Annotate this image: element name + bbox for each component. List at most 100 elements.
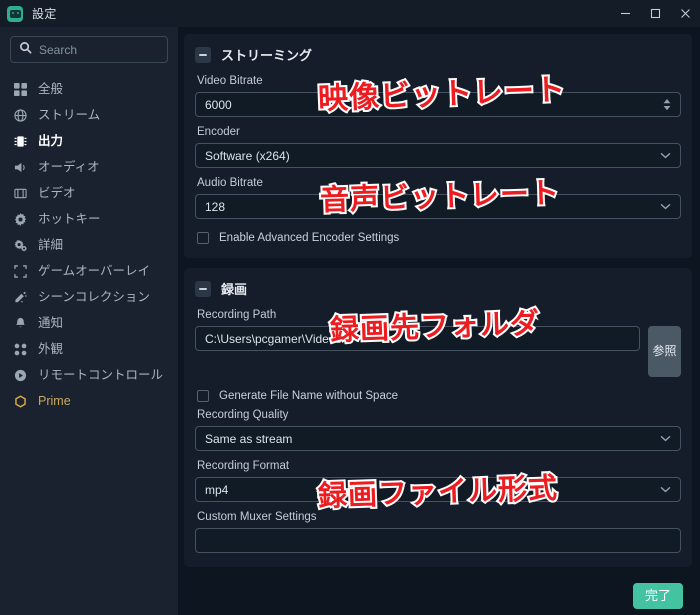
search-placeholder: Search [39, 43, 77, 57]
bell-icon [12, 317, 29, 330]
sidebar-item-advanced[interactable]: 詳細 [0, 232, 178, 258]
done-button[interactable]: 完了 [633, 583, 683, 609]
sidebar-item-general[interactable]: 全般 [0, 76, 178, 102]
search-icon [19, 41, 32, 59]
sidebar-item-label: ゲームオーバーレイ [38, 265, 150, 278]
custom-muxer-input[interactable] [195, 528, 681, 553]
window-title: 設定 [32, 5, 57, 22]
overlay-icon [12, 265, 29, 278]
audio-bitrate-value: 128 [205, 200, 660, 214]
globe-icon [12, 109, 29, 122]
sidebar-nav: 全般 ストリーム [0, 69, 178, 414]
sidebar-item-game-overlay[interactable]: ゲームオーバーレイ [0, 258, 178, 284]
streaming-section: ストリーミング Video Bitrate 6000 Enc [184, 34, 692, 258]
gears-icon [12, 239, 29, 252]
gear-icon [12, 213, 29, 226]
spinner-arrows-icon[interactable] [663, 99, 671, 111]
chevron-down-icon [660, 435, 671, 442]
settings-scroll-area[interactable]: ストリーミング Video Bitrate 6000 Enc [184, 34, 692, 577]
sidebar-item-appearance[interactable]: 外観 [0, 336, 178, 362]
film-icon [12, 187, 29, 200]
chip-icon [12, 135, 29, 148]
chatbot-icon [7, 6, 23, 22]
advanced-encoder-checkbox[interactable] [197, 232, 209, 244]
custom-muxer-label: Custom Muxer Settings [197, 511, 681, 523]
audio-bitrate-label: Audio Bitrate [197, 177, 681, 189]
remote-play-icon [12, 369, 29, 382]
sidebar-item-label: 詳細 [38, 239, 63, 252]
encoder-select[interactable]: Software (x264) [195, 143, 681, 168]
no-space-filename-row[interactable]: Generate File Name without Space [197, 390, 681, 402]
recording-format-value: mp4 [205, 483, 660, 497]
footer-bar: 完了 [184, 577, 692, 615]
browse-button[interactable]: 参照 [648, 326, 681, 377]
recording-quality-label: Recording Quality [197, 409, 681, 421]
sidebar-item-label: リモートコントロール [38, 369, 163, 382]
recording-path-input[interactable]: C:\Users\pcgamer\Videos [195, 326, 640, 351]
no-space-filename-checkbox[interactable] [197, 390, 209, 402]
sidebar-item-notifications[interactable]: 通知 [0, 310, 178, 336]
streaming-section-title: ストリーミング [221, 45, 312, 64]
sidebar-item-stream[interactable]: ストリーム [0, 102, 178, 128]
sidebar-item-label: 通知 [38, 317, 63, 330]
sidebar-item-scene-collection[interactable]: シーンコレクション [0, 284, 178, 310]
advanced-encoder-settings-row[interactable]: Enable Advanced Encoder Settings [197, 232, 681, 244]
video-bitrate-value: 6000 [205, 98, 663, 112]
recording-format-select[interactable]: mp4 [195, 477, 681, 502]
recording-quality-select[interactable]: Same as stream [195, 426, 681, 451]
prime-icon [12, 395, 29, 408]
sidebar-item-video[interactable]: ビデオ [0, 180, 178, 206]
sidebar-item-label: 外観 [38, 343, 63, 356]
sidebar-item-audio[interactable]: オーディオ [0, 154, 178, 180]
chevron-down-icon [660, 152, 671, 159]
recording-path-value: C:\Users\pcgamer\Videos [205, 332, 630, 346]
grid-icon [12, 83, 29, 96]
sidebar-item-prime[interactable]: Prime [0, 388, 178, 414]
scene-collection-icon [12, 291, 29, 304]
encoder-label: Encoder [197, 126, 681, 138]
sidebar-item-label: シーンコレクション [38, 291, 150, 304]
minimize-icon[interactable] [610, 0, 640, 27]
chevron-down-icon [660, 203, 671, 210]
sidebar-item-label: Prime [38, 395, 71, 408]
recording-quality-value: Same as stream [205, 432, 660, 446]
window-body: Search 全般 [0, 27, 700, 615]
video-bitrate-label: Video Bitrate [197, 75, 681, 87]
sidebar-item-label: 出力 [38, 135, 63, 148]
done-button-label: 完了 [645, 588, 671, 603]
sidebar-item-label: ホットキー [38, 213, 101, 226]
recording-format-label: Recording Format [197, 460, 681, 472]
sidebar-item-label: ビデオ [38, 187, 76, 200]
sidebar: Search 全般 [0, 27, 178, 615]
window-controls [610, 0, 700, 27]
minus-icon[interactable] [195, 281, 211, 297]
chevron-down-icon [660, 486, 671, 493]
sidebar-item-label: オーディオ [38, 161, 100, 174]
settings-window: 設定 [0, 0, 700, 615]
maximize-icon[interactable] [640, 0, 670, 27]
recording-section-title: 録画 [221, 279, 247, 298]
sidebar-item-label: ストリーム [38, 109, 100, 122]
close-icon[interactable] [670, 0, 700, 27]
recording-section-header[interactable]: 録画 [195, 279, 681, 298]
speaker-icon [12, 161, 29, 174]
encoder-value: Software (x264) [205, 149, 660, 163]
recording-path-label: Recording Path [197, 309, 681, 321]
no-space-filename-label: Generate File Name without Space [219, 390, 398, 402]
search-container: Search [0, 36, 178, 69]
title-bar: 設定 [0, 0, 700, 27]
recording-section: 録画 Recording Path C:\Users\pcgamer\Video… [184, 268, 692, 567]
audio-bitrate-select[interactable]: 128 [195, 194, 681, 219]
browse-button-label: 参照 [652, 342, 676, 361]
sidebar-item-remote-control[interactable]: リモートコントロール [0, 362, 178, 388]
streaming-section-header[interactable]: ストリーミング [195, 45, 681, 64]
settings-main-panel: ストリーミング Video Bitrate 6000 Enc [178, 27, 700, 615]
advanced-encoder-label: Enable Advanced Encoder Settings [219, 232, 399, 244]
sidebar-item-output[interactable]: 出力 [0, 128, 178, 154]
video-bitrate-input[interactable]: 6000 [195, 92, 681, 117]
search-input[interactable]: Search [10, 36, 168, 63]
minus-icon[interactable] [195, 47, 211, 63]
sidebar-item-label: 全般 [38, 83, 63, 96]
sidebar-item-hotkeys[interactable]: ホットキー [0, 206, 178, 232]
appearance-icon [12, 343, 29, 356]
